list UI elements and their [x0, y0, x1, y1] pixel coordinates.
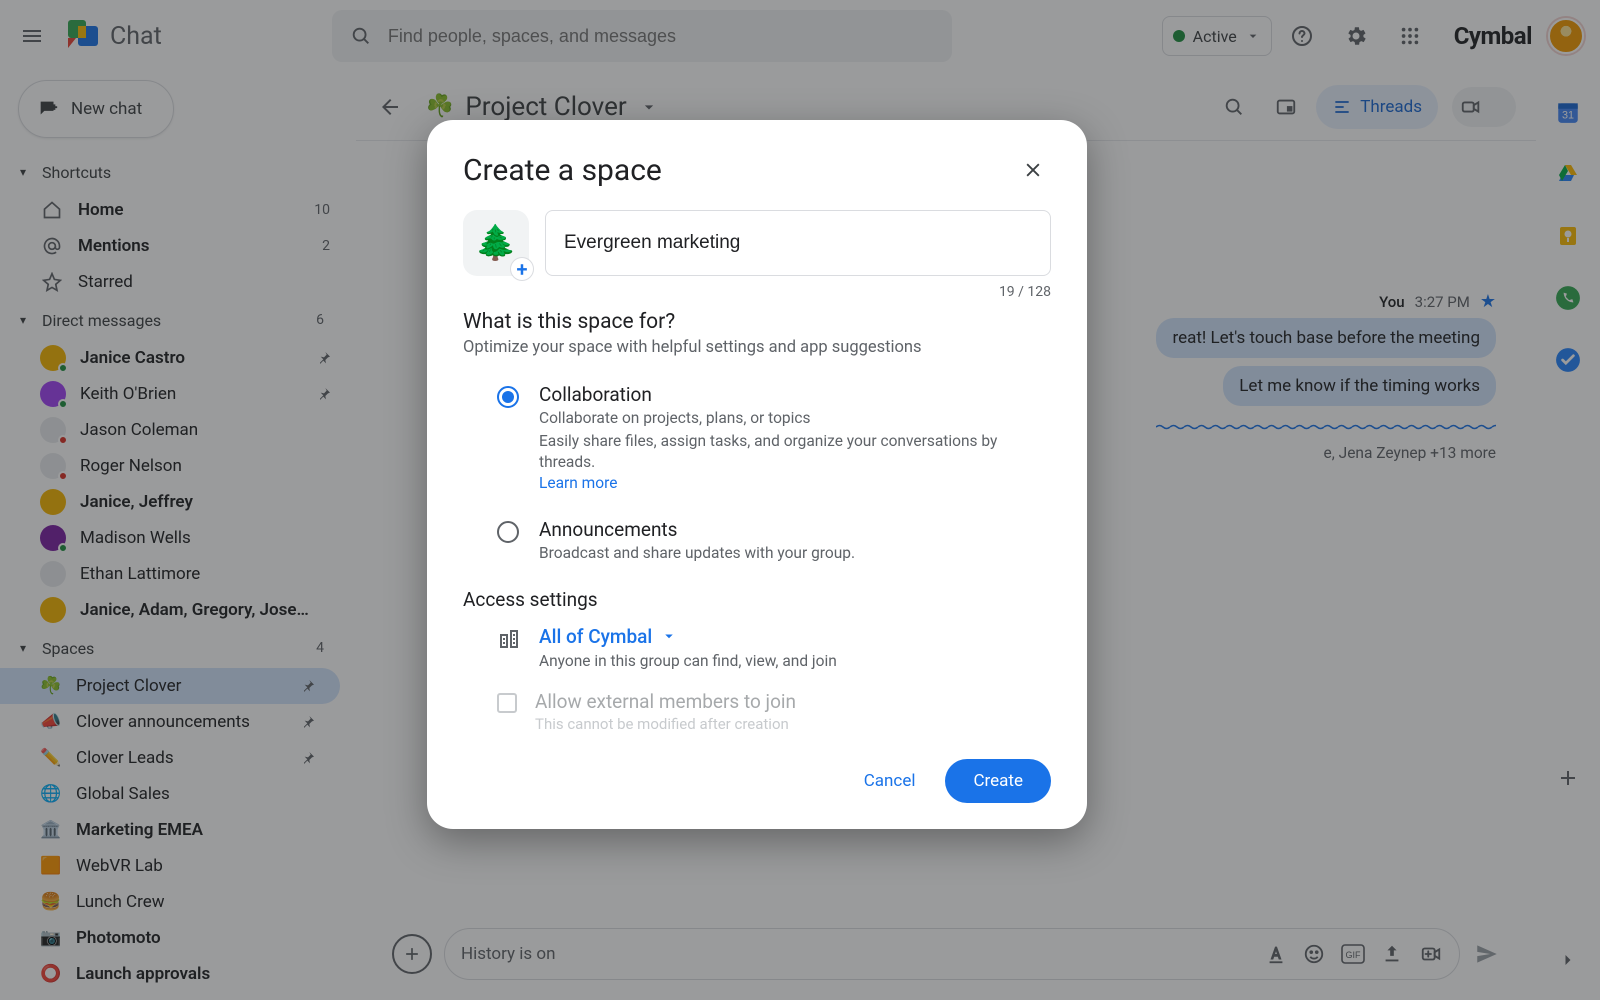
purpose-question: What is this space for? — [463, 310, 1051, 334]
option-collaboration[interactable]: Collaboration Collaborate on projects, p… — [463, 375, 1051, 510]
dialog-title: Create a space — [463, 153, 662, 188]
radio-unchecked-icon[interactable] — [497, 521, 519, 543]
purpose-subtext: Optimize your space with helpful setting… — [463, 338, 1051, 357]
space-name-input[interactable] — [545, 210, 1051, 276]
chevron-down-icon — [660, 627, 678, 645]
access-settings-title: Access settings — [463, 588, 1051, 611]
space-emoji-picker[interactable]: 🌲 + — [463, 210, 529, 276]
create-space-dialog: Create a space 🌲 + 19 / 128 What is this… — [427, 120, 1087, 829]
learn-more-link[interactable]: Learn more — [539, 474, 617, 492]
add-emoji-icon: + — [511, 258, 533, 280]
create-button[interactable]: Create — [945, 759, 1051, 803]
external-members-row: Allow external members to join This cann… — [463, 670, 1051, 733]
option-announcements[interactable]: Announcements Broadcast and share update… — [463, 510, 1051, 582]
close-icon[interactable] — [1015, 152, 1051, 188]
char-counter: 19 / 128 — [999, 284, 1051, 300]
cancel-button[interactable]: Cancel — [858, 761, 922, 801]
checkbox-disabled-icon — [497, 693, 517, 713]
organization-icon — [497, 627, 521, 651]
radio-checked-icon[interactable] — [497, 386, 519, 408]
tree-icon: 🌲 — [475, 223, 517, 263]
access-scope-selector[interactable]: All of Cymbal — [539, 625, 837, 648]
